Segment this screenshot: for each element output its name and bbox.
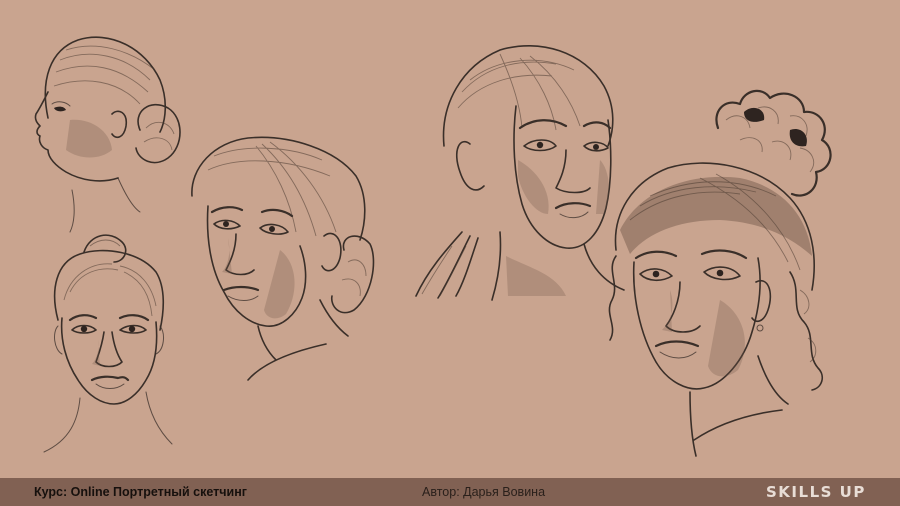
course-title: Курс: Online Портретный скетчинг (34, 485, 247, 499)
portrait-three-quarter (191, 136, 375, 381)
sketch-sheet (0, 0, 900, 478)
portrait-front (43, 234, 173, 453)
footer-bar: Курс: Online Портретный скетчинг Автор: … (0, 478, 900, 506)
skills-up-logo: SKILLS UP (766, 483, 866, 501)
author-credit: Автор: Дарья Вовина (422, 485, 546, 499)
portrait-profile-bun (34, 36, 181, 233)
portrait-curly (608, 89, 832, 457)
portrait-ponytail (415, 44, 625, 301)
